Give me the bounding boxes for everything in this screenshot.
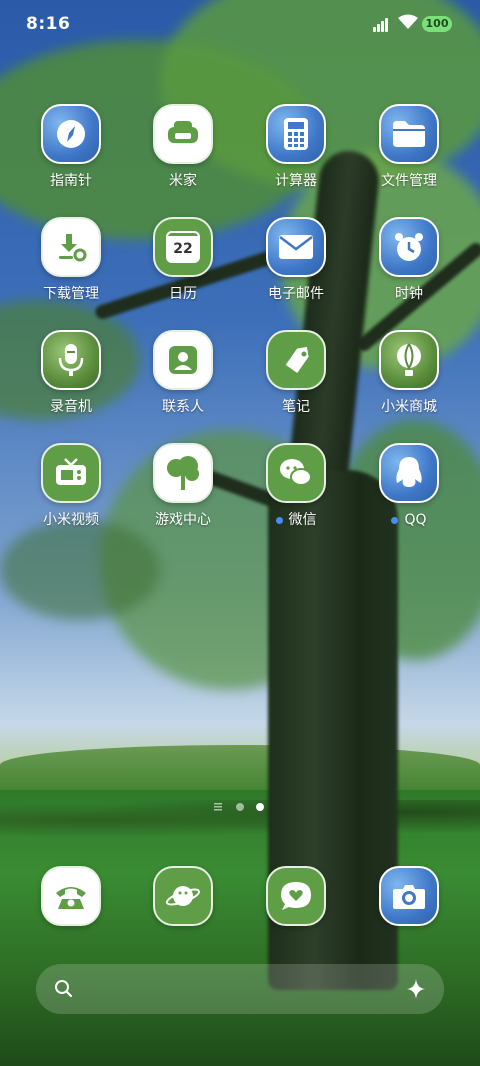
status-time: 8:16 bbox=[26, 14, 71, 34]
app-label-with-dot: QQ bbox=[354, 511, 464, 529]
app-contacts[interactable]: 联系人 bbox=[128, 330, 238, 416]
app-calculator[interactable]: 计算器 bbox=[241, 104, 351, 190]
message-heart-icon bbox=[266, 866, 326, 926]
wifi-icon bbox=[398, 14, 418, 32]
new-notification-dot bbox=[391, 516, 399, 524]
app-label: 指南针 bbox=[50, 173, 92, 189]
qq-penguin-icon bbox=[379, 443, 439, 503]
app-calendar[interactable]: 22 日历 bbox=[128, 217, 238, 303]
dock-messages[interactable] bbox=[241, 866, 351, 926]
dock-browser[interactable] bbox=[128, 866, 238, 926]
app-qq[interactable]: QQ bbox=[354, 443, 464, 529]
app-label: 笔记 bbox=[282, 399, 310, 415]
app-wechat[interactable]: 微信 bbox=[241, 443, 351, 529]
sofa-icon bbox=[153, 104, 213, 164]
app-clock[interactable]: 时钟 bbox=[354, 217, 464, 303]
app-label: 计算器 bbox=[275, 173, 317, 189]
app-mi-store[interactable]: 小米商城 bbox=[354, 330, 464, 416]
compass-icon bbox=[41, 104, 101, 164]
microphone-icon bbox=[41, 330, 101, 390]
app-label: 小米商城 bbox=[381, 399, 437, 415]
sparkle-icon[interactable] bbox=[406, 978, 426, 1004]
note-tag-icon bbox=[266, 330, 326, 390]
app-label: 文件管理 bbox=[381, 173, 437, 189]
page-indicator[interactable] bbox=[212, 797, 272, 811]
battery-indicator: 100 bbox=[422, 16, 452, 32]
app-notes[interactable]: 笔记 bbox=[241, 330, 351, 416]
app-label: 微信 bbox=[288, 512, 317, 528]
calendar-date: 22 bbox=[173, 241, 193, 257]
cellular-signal-icon bbox=[373, 16, 393, 32]
contact-card-icon bbox=[153, 330, 213, 390]
planet-browser-icon bbox=[153, 866, 213, 926]
mail-icon bbox=[266, 217, 326, 277]
download-icon bbox=[41, 217, 101, 277]
app-compass[interactable]: 指南针 bbox=[16, 104, 126, 190]
app-download-manager[interactable]: 下载管理 bbox=[16, 217, 126, 303]
calendar-icon: 22 bbox=[153, 217, 213, 277]
balloon-icon bbox=[379, 330, 439, 390]
dock-phone[interactable] bbox=[16, 866, 126, 926]
phone-icon bbox=[41, 866, 101, 926]
app-label: QQ bbox=[404, 512, 427, 528]
app-mijia[interactable]: 米家 bbox=[128, 104, 238, 190]
app-label: 联系人 bbox=[162, 399, 204, 415]
dock-camera[interactable] bbox=[354, 866, 464, 926]
search-icon bbox=[54, 979, 74, 1003]
app-label: 小米视频 bbox=[43, 512, 99, 528]
game-tree-icon bbox=[153, 443, 213, 503]
app-recorder[interactable]: 录音机 bbox=[16, 330, 126, 416]
tv-icon bbox=[41, 443, 101, 503]
app-label: 电子邮件 bbox=[268, 286, 324, 302]
app-label: 录音机 bbox=[50, 399, 92, 415]
app-label: 下载管理 bbox=[43, 286, 99, 302]
app-email[interactable]: 电子邮件 bbox=[241, 217, 351, 303]
camera-icon bbox=[379, 866, 439, 926]
alarm-clock-icon bbox=[379, 217, 439, 277]
calculator-icon bbox=[266, 104, 326, 164]
app-label-with-dot: 微信 bbox=[241, 511, 351, 529]
search-bar[interactable] bbox=[36, 964, 444, 1014]
app-label: 时钟 bbox=[395, 286, 423, 302]
wechat-icon bbox=[266, 443, 326, 503]
app-mi-video[interactable]: 小米视频 bbox=[16, 443, 126, 529]
app-label: 米家 bbox=[169, 173, 197, 189]
app-file-manager[interactable]: 文件管理 bbox=[354, 104, 464, 190]
app-game-center[interactable]: 游戏中心 bbox=[128, 443, 238, 529]
status-bar: 8:16 100 bbox=[0, 0, 480, 50]
folder-icon bbox=[379, 104, 439, 164]
app-label: 游戏中心 bbox=[155, 512, 211, 528]
app-label: 日历 bbox=[169, 286, 197, 302]
new-notification-dot bbox=[275, 516, 283, 524]
